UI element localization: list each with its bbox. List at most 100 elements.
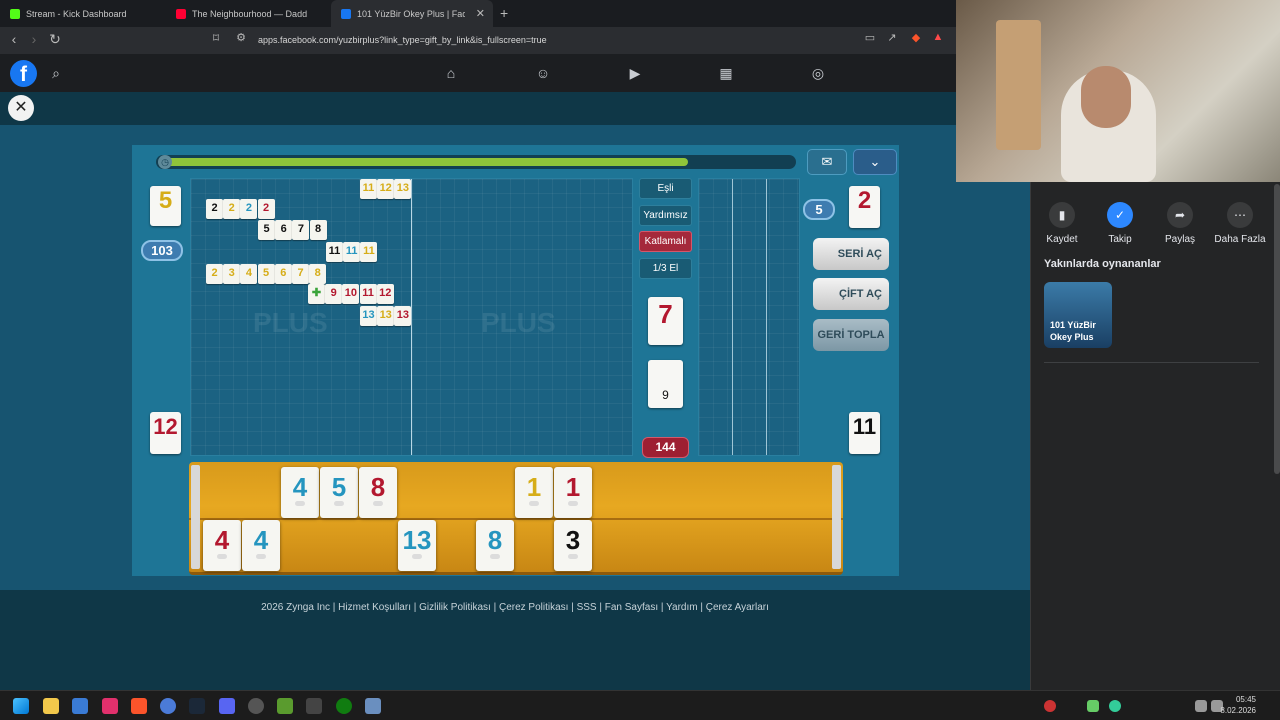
score-badge: 103	[141, 240, 183, 261]
start-icon[interactable]	[13, 698, 29, 714]
store-icon[interactable]	[72, 698, 88, 714]
share-icon[interactable]: ↗	[883, 31, 901, 44]
forward-icon[interactable]: ›	[25, 31, 43, 47]
meld-tile[interactable]: 13	[394, 179, 412, 199]
brave-icon[interactable]	[131, 698, 147, 714]
video-icon[interactable]: ▶	[626, 64, 644, 82]
tab-facebook-game[interactable]: 101 YüzBir Okey Plus | Facebook ✕	[331, 0, 493, 27]
rack-tile[interactable]: 8	[476, 520, 514, 571]
new-tab-button[interactable]: +	[500, 5, 508, 21]
meld-tile[interactable]: 2	[240, 199, 258, 219]
discard-area[interactable]	[698, 178, 800, 456]
meld-tile[interactable]: 10	[342, 284, 360, 304]
geri-topla-button[interactable]: GERİ TOPLA	[813, 319, 889, 351]
meld-tile[interactable]: 2	[257, 199, 275, 219]
takip-button[interactable]: ✓ Takip	[1091, 202, 1149, 245]
rack-tile[interactable]: 5	[320, 467, 358, 518]
rewards-icon[interactable]: ▲	[929, 31, 947, 43]
meld-tile[interactable]: 12	[376, 284, 394, 304]
facebook-tab-icon	[341, 8, 351, 19]
meld-tile[interactable]: 9	[325, 284, 343, 304]
rack-tile[interactable]: 1	[554, 467, 592, 518]
system-clock[interactable]: 05:45 8.02.2026	[1220, 694, 1256, 716]
meld-tile[interactable]: 11	[359, 284, 377, 304]
search-icon[interactable]: ⌕	[47, 64, 65, 82]
facebook-logo[interactable]: f	[10, 60, 37, 87]
minecraft-icon[interactable]	[277, 698, 293, 714]
cast-icon[interactable]: ▭	[861, 31, 879, 44]
recent-game-card[interactable]: 101 YüzBir Okey Plus	[1044, 282, 1112, 348]
close-game-button[interactable]: ✕	[8, 95, 34, 121]
chat-button[interactable]: ✉	[807, 149, 847, 175]
meld-tile[interactable]: 4	[240, 264, 258, 284]
tray-icon[interactable]	[1109, 700, 1121, 712]
tab-youtube[interactable]: The Neighbourhood — Daddy Issues	[166, 0, 330, 27]
table-meld-area[interactable]: PLUS PLUS	[190, 178, 633, 456]
rack-tile[interactable]: 13	[398, 520, 436, 571]
groups-icon[interactable]: ◎	[809, 64, 827, 82]
left-player-count: 12	[150, 412, 181, 454]
meld-tile[interactable]: 2	[206, 199, 223, 219]
meld-tile[interactable]: 7	[292, 264, 309, 284]
menu-dropdown-button[interactable]: ⌄	[853, 149, 897, 175]
tray-icon[interactable]	[1087, 700, 1099, 712]
kaydet-button[interactable]: ▮ Kaydet	[1033, 202, 1091, 245]
meld-tile[interactable]: 3	[223, 264, 241, 284]
steam-icon[interactable]	[189, 698, 205, 714]
meld-tile[interactable]: 11	[343, 242, 361, 262]
site-settings-icon[interactable]: ⚙	[232, 31, 250, 44]
obs-icon[interactable]	[248, 698, 264, 714]
meld-tile[interactable]: 8	[309, 220, 327, 240]
meld-tile[interactable]: 11	[360, 179, 377, 199]
tab-close-icon[interactable]: ✕	[476, 7, 485, 20]
meld-tile[interactable]: 2	[206, 264, 223, 284]
meld-tile[interactable]: 11	[326, 242, 343, 262]
meld-tile[interactable]: 5	[258, 220, 275, 240]
home-icon[interactable]: ⌂	[442, 64, 460, 82]
url-field[interactable]: apps.facebook.com/yuzbirplus?link_type=g…	[258, 35, 547, 45]
brave-shield-icon[interactable]: ◆	[907, 31, 925, 44]
meld-tile[interactable]: 8	[309, 264, 327, 284]
epic-icon[interactable]	[306, 698, 322, 714]
meld-tile[interactable]: 6	[274, 264, 292, 284]
file-explorer-icon[interactable]	[43, 698, 59, 714]
bookmark-icon[interactable]: ⌑	[207, 31, 225, 45]
friends-icon[interactable]: ☺	[534, 64, 552, 82]
tray-icon[interactable]	[1044, 700, 1056, 712]
instagram-icon[interactable]	[102, 698, 118, 714]
marketplace-icon[interactable]: ▦	[717, 64, 735, 82]
cift-ac-button[interactable]: ÇİFT AÇ	[813, 278, 889, 310]
meld-tile[interactable]: ✚	[308, 284, 325, 304]
xbox-icon[interactable]	[336, 698, 352, 714]
paylas-button[interactable]: ➦ Paylaş	[1151, 202, 1209, 245]
meld-tile[interactable]: 11	[360, 242, 378, 262]
meld-tile[interactable]: 5	[257, 264, 275, 284]
rack-tile[interactable]: 8	[359, 467, 397, 518]
rack-tile[interactable]: 4	[281, 467, 319, 518]
draw-pile[interactable]: 9	[648, 360, 683, 408]
footer-links[interactable]: 2026 Zynga Inc | Hizmet Koşulları | Gizl…	[0, 602, 1030, 613]
back-icon[interactable]: ‹	[5, 31, 23, 47]
network-icon[interactable]	[1195, 700, 1207, 712]
reload-icon[interactable]: ↻	[46, 31, 64, 48]
tab-kick[interactable]: Stream - Kick Dashboard	[0, 0, 165, 27]
meld-tile[interactable]: 13	[360, 306, 377, 326]
meld-tile[interactable]: 13	[394, 306, 412, 326]
meld-tile[interactable]: 7	[292, 220, 310, 240]
more-button[interactable]: ⋯ Daha Fazla	[1211, 202, 1269, 245]
rack-tile[interactable]: 4	[242, 520, 280, 571]
meld-tile[interactable]: 12	[377, 179, 395, 199]
app-icon[interactable]	[160, 698, 176, 714]
settings-icon[interactable]	[365, 698, 381, 714]
meld-tile[interactable]: 13	[377, 306, 395, 326]
discord-icon[interactable]	[219, 698, 235, 714]
side-scrollbar[interactable]	[1274, 184, 1280, 474]
tab-title: 101 YüzBir Okey Plus | Facebook	[357, 8, 465, 19]
rack-tile[interactable]: 4	[203, 520, 241, 571]
seri-ac-button[interactable]: SERİ AÇ	[813, 238, 889, 270]
kick-icon	[10, 8, 20, 19]
meld-tile[interactable]: 2	[223, 199, 241, 219]
rack-tile[interactable]: 3	[554, 520, 592, 571]
meld-tile[interactable]: 6	[275, 220, 293, 240]
rack-tile[interactable]: 1	[515, 467, 553, 518]
